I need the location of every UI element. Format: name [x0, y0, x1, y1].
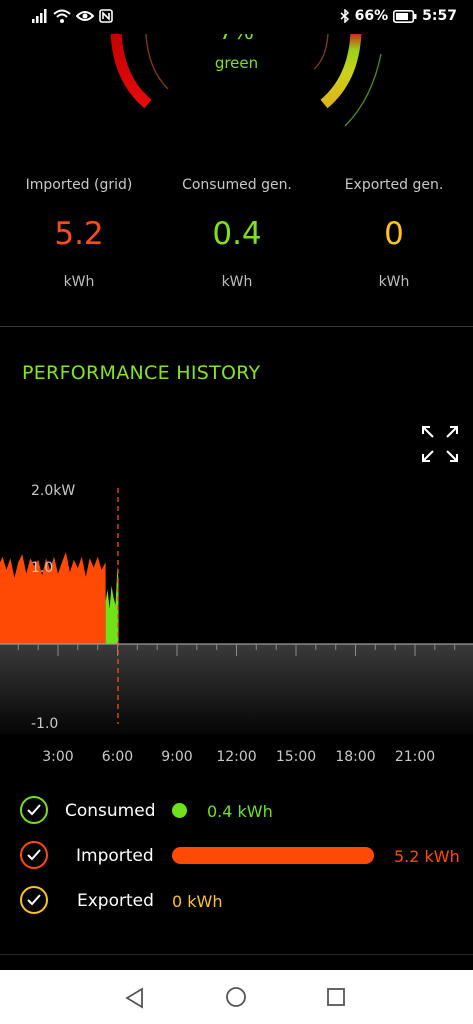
status-bar: 66% 5:57: [0, 0, 473, 34]
legend-exported-label: Exported: [77, 891, 154, 911]
green-gauge: 7% green: [0, 34, 473, 134]
battery-percent: 66%: [354, 8, 389, 24]
stat-imported-value: 5.2: [54, 216, 104, 252]
stat-imported-label: Imported (grid): [25, 177, 133, 193]
eye-icon: [76, 11, 94, 21]
consumed-bar: [172, 803, 187, 818]
status-icons-left: [32, 9, 113, 23]
legend-exported-value: 0 kWh: [172, 892, 223, 911]
back-icon[interactable]: [124, 987, 146, 1009]
stat-exported-value: 0: [384, 216, 404, 252]
x-tick-label: 18:00: [335, 749, 375, 765]
section-divider: [0, 326, 473, 327]
battery-icon: [393, 9, 417, 23]
expand-icon[interactable]: [421, 425, 459, 463]
recents-icon[interactable]: [326, 987, 346, 1007]
performance-chart: 2.0kW 1.0 -1.0 3:00 6:00 9:00 12:00 15:00 18:…: [0, 483, 473, 765]
check-icon: [27, 849, 41, 861]
stat-exported-unit: kWh: [378, 274, 410, 290]
gauge-caption: green: [214, 54, 259, 72]
status-icons-right: 66% 5:57: [340, 8, 457, 24]
x-tick-label: 15:00: [276, 749, 316, 765]
x-tick-label: 12:00: [216, 749, 256, 765]
legend-imported-label: Imported: [76, 846, 154, 866]
legend-consumed-label: Consumed: [65, 801, 156, 821]
clock: 5:57: [422, 8, 457, 24]
gauge-value: 7%: [0, 34, 473, 45]
legend-consumed-value: 0.4 kWh: [207, 802, 273, 821]
nfc-icon: [99, 9, 113, 23]
check-icon: [27, 804, 41, 816]
performance-history-title: PERFORMANCE HISTORY: [22, 362, 261, 384]
wifi-icon: [53, 9, 71, 23]
stat-exported-label: Exported gen.: [344, 177, 444, 193]
x-tick-label: 21:00: [395, 749, 435, 765]
home-icon[interactable]: [225, 986, 247, 1008]
exported-toggle[interactable]: [20, 886, 48, 914]
stat-consumed-unit: kWh: [221, 274, 253, 290]
series-area-consumed: [105, 566, 119, 644]
consumed-toggle[interactable]: [20, 796, 48, 824]
signal-icon: [32, 9, 47, 23]
imported-bar: [172, 847, 374, 864]
x-tick-label: 9:00: [161, 749, 192, 765]
stat-consumed-value: 0.4: [212, 216, 262, 252]
bottom-divider: [0, 954, 473, 955]
stat-consumed-label: Consumed gen.: [182, 177, 292, 193]
y-tick-top: 2.0kW: [31, 483, 75, 499]
check-icon: [27, 894, 41, 906]
negative-region: [0, 644, 473, 734]
x-tick-label: 6:00: [102, 749, 133, 765]
gauge-arc: [110, 34, 382, 127]
y-tick-mid: 1.0: [31, 560, 53, 576]
bluetooth-icon: [340, 9, 349, 23]
navigation-bar: [0, 970, 473, 1024]
x-tick-label: 3:00: [42, 749, 73, 765]
y-tick-neg: -1.0: [31, 716, 58, 732]
legend-imported-value: 5.2 kWh: [394, 847, 460, 866]
imported-toggle[interactable]: [20, 841, 48, 869]
stat-imported-unit: kWh: [63, 274, 95, 290]
